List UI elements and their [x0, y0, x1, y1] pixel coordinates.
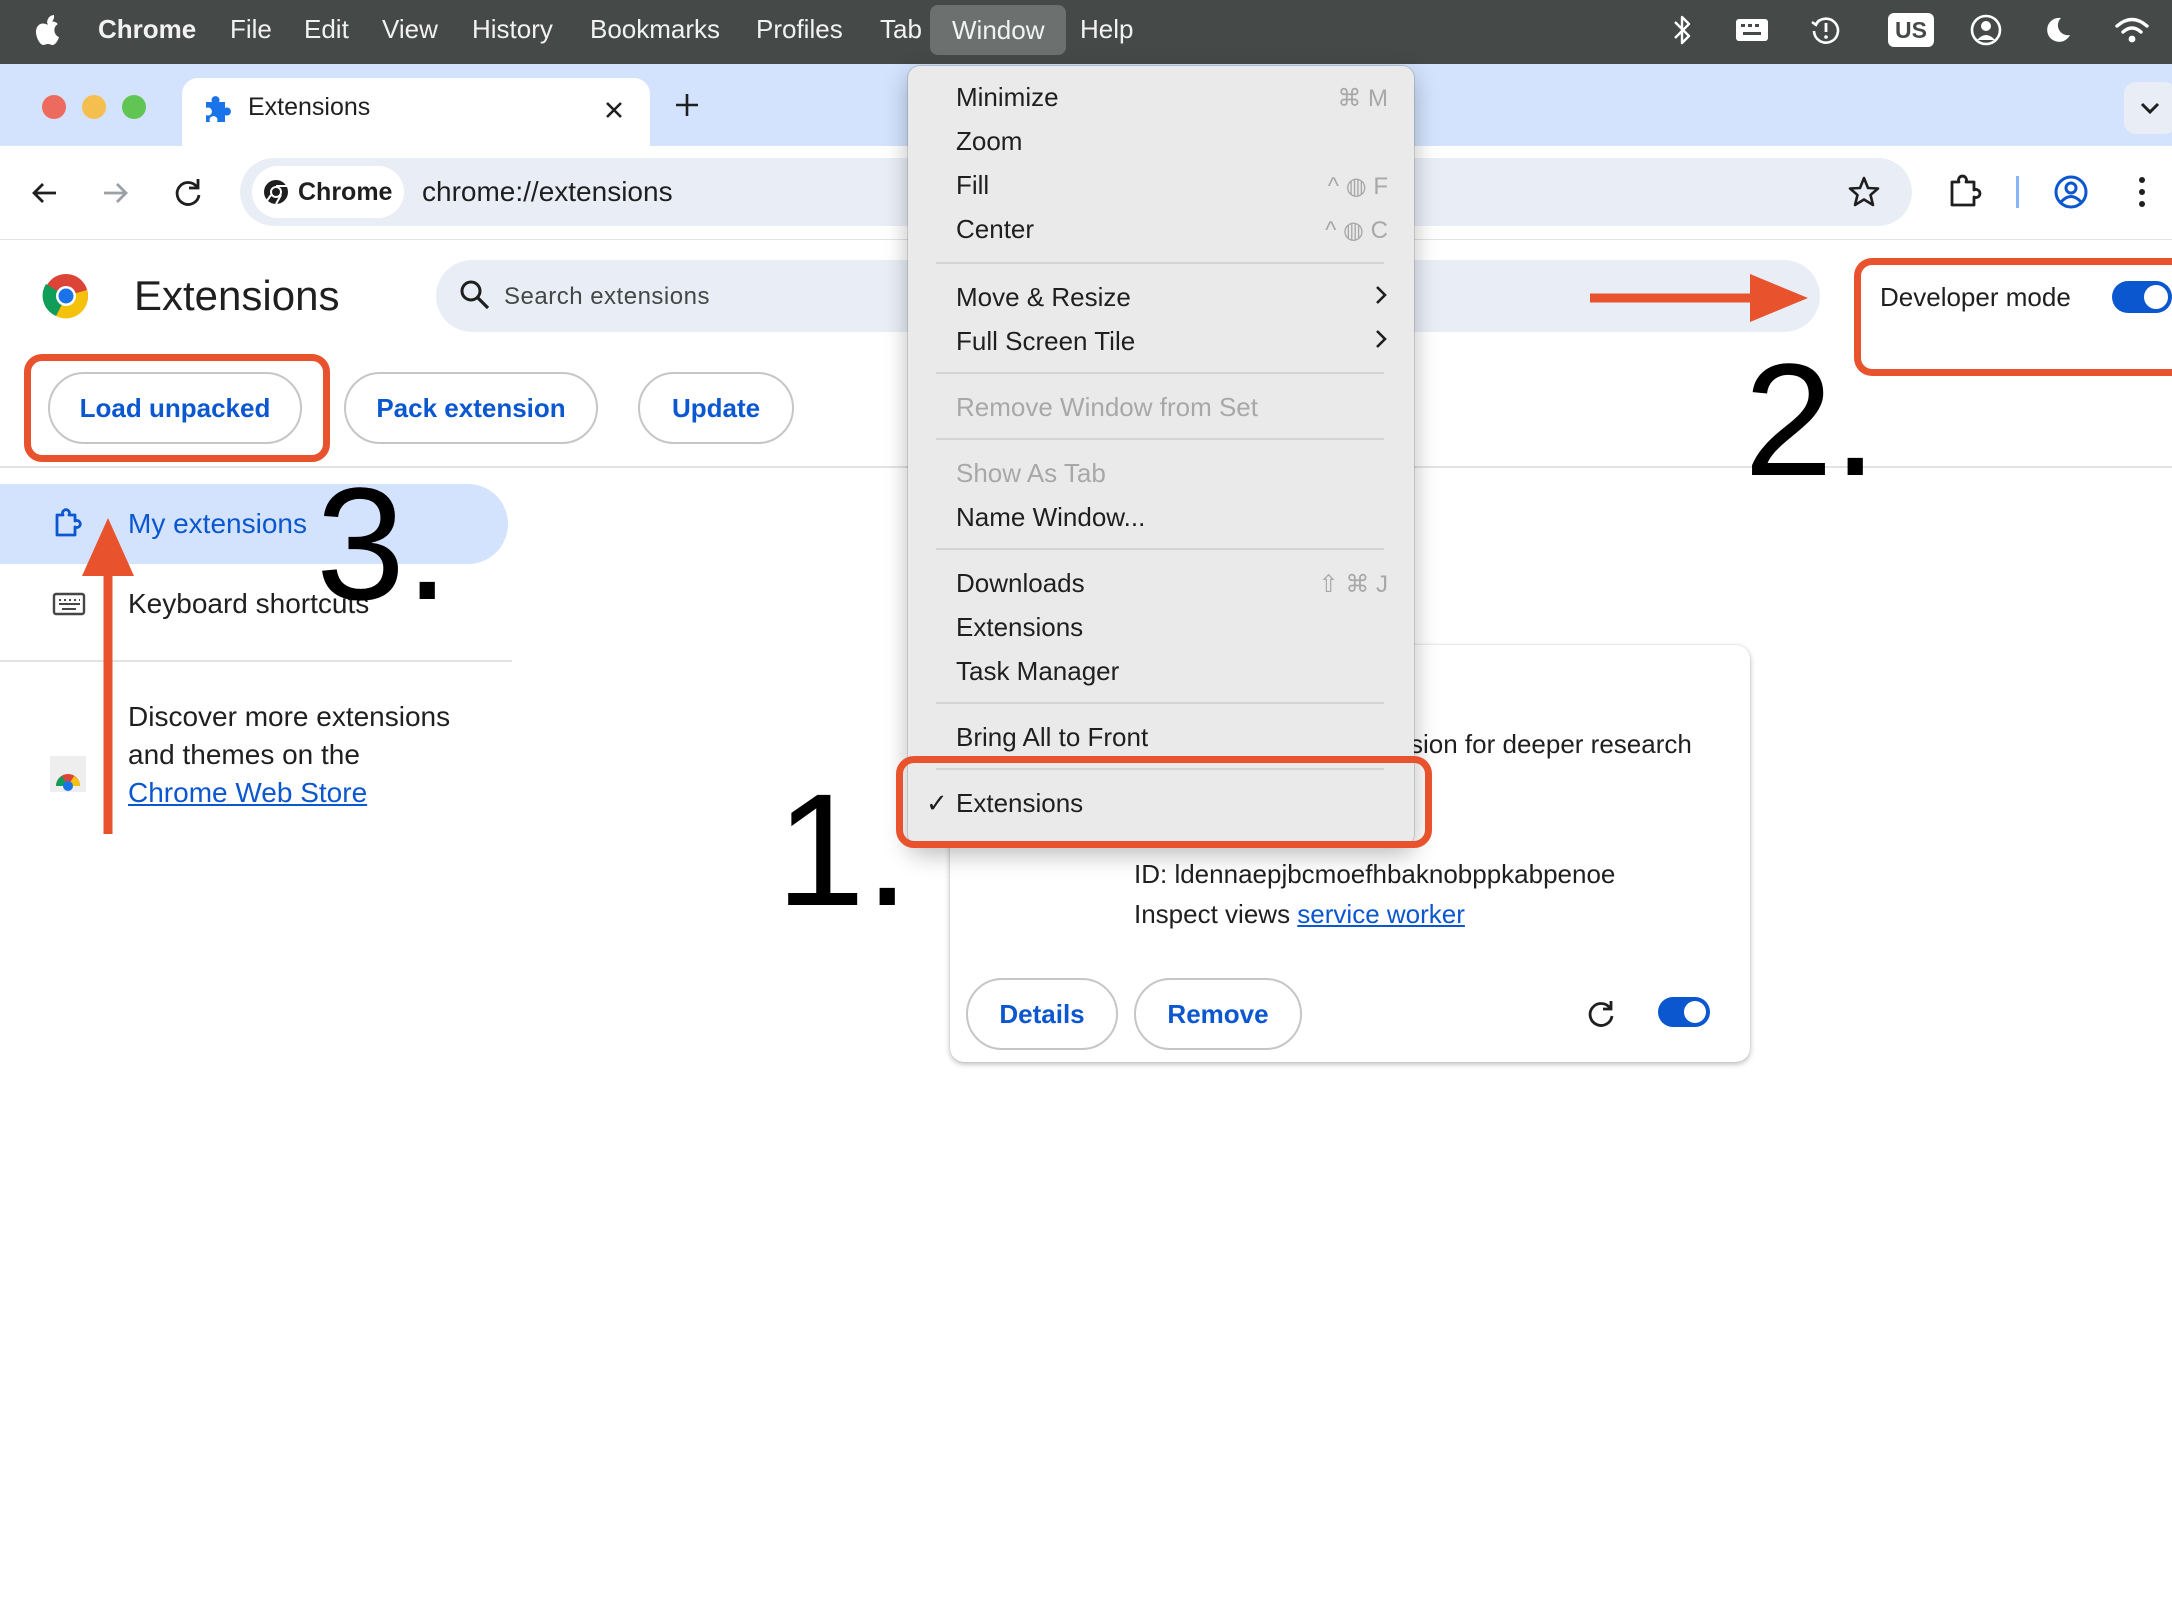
puzzle-piece-icon: [202, 94, 232, 126]
close-window-button[interactable]: [42, 95, 66, 119]
tab-search-button[interactable]: [2124, 82, 2172, 134]
annotation-box-load-unpacked: [24, 354, 330, 462]
wifi-icon[interactable]: [2112, 10, 2152, 50]
menu-file[interactable]: File: [230, 0, 272, 58]
menu-item-full-screen-tile[interactable]: Full Screen Tile: [956, 326, 1135, 357]
page-title: Extensions: [134, 272, 340, 319]
tab-extensions[interactable]: Extensions: [182, 78, 650, 146]
chevron-right-icon: [1374, 328, 1388, 350]
menu-bookmarks[interactable]: Bookmarks: [590, 0, 720, 58]
menu-window[interactable]: Window: [930, 5, 1067, 55]
chrome-logo-icon: [262, 178, 290, 206]
annotation-step-1: 1.: [776, 760, 910, 939]
service-worker-link[interactable]: service worker: [1297, 899, 1465, 929]
site-chip[interactable]: Chrome: [252, 166, 404, 218]
menu-profiles[interactable]: Profiles: [756, 0, 843, 58]
keyboard-viewer-icon[interactable]: [1732, 10, 1772, 50]
url-text[interactable]: chrome://extensions: [422, 176, 673, 208]
menu-separator: [936, 548, 1384, 550]
update-button[interactable]: Update: [638, 372, 794, 444]
annotation-step-2: 2.: [1744, 330, 1878, 509]
chevron-right-icon: [1374, 284, 1388, 306]
toolbar-divider: [2016, 176, 2019, 208]
menu-separator: [936, 372, 1384, 374]
extension-enable-toggle[interactable]: [1658, 997, 1710, 1027]
reload-icon[interactable]: [170, 175, 206, 211]
window-dropdown-menu: Minimize ⌘ M Zoom Fill ^ ◍ F Center ^ ◍ …: [908, 66, 1414, 846]
minimize-window-button[interactable]: [82, 95, 106, 119]
menu-item-show-as-tab: Show As Tab: [956, 458, 1106, 488]
menu-item-extensions[interactable]: Extensions: [956, 612, 1083, 643]
extension-id: ID: ldennaepjbcmoefhbaknobppkabpenoe: [1134, 859, 1616, 889]
minimize-shortcut: ⌘ M: [1337, 85, 1388, 112]
menu-separator: [936, 262, 1384, 264]
downloads-shortcut: ⇧ ⌘ J: [1318, 571, 1388, 598]
center-shortcut: ^ ◍ C: [1325, 217, 1388, 244]
annotation-arrow-right: [1580, 272, 1812, 324]
apple-logo-icon[interactable]: [34, 13, 62, 47]
bookmark-star-icon[interactable]: [1846, 174, 1882, 210]
sidebar-divider: [0, 660, 512, 662]
menu-history[interactable]: History: [472, 0, 553, 58]
menu-view[interactable]: View: [382, 0, 438, 58]
forward-arrow-icon[interactable]: [98, 176, 132, 210]
chrome-logo-icon: [42, 272, 90, 320]
menu-edit[interactable]: Edit: [304, 0, 349, 58]
extensions-puzzle-icon[interactable]: [1946, 172, 1984, 210]
site-chip-label: Chrome: [298, 178, 393, 206]
menu-help[interactable]: Help: [1080, 0, 1133, 58]
tab-title: Extensions: [248, 93, 371, 121]
extension-description: sion for deeper research: [1410, 729, 1692, 759]
user-account-icon[interactable]: [1966, 10, 2006, 50]
annotation-arrow-up: [80, 516, 136, 836]
annotation-step-3: 3.: [316, 454, 450, 633]
menu-item-fill[interactable]: Fill: [956, 170, 989, 201]
new-tab-icon[interactable]: [672, 90, 702, 120]
menu-item-center[interactable]: Center: [956, 214, 1034, 245]
remove-button[interactable]: Remove: [1134, 978, 1302, 1050]
macos-menu-bar: Chrome File Edit View History Bookmarks …: [0, 0, 2172, 64]
profile-avatar-icon[interactable]: [2052, 173, 2090, 211]
dark-mode-moon-icon[interactable]: [2038, 10, 2078, 50]
menu-item-downloads[interactable]: Downloads: [956, 568, 1085, 599]
sidebar-item-label: My extensions: [128, 508, 307, 539]
menu-item-name-window[interactable]: Name Window...: [956, 502, 1145, 533]
fill-shortcut: ^ ◍ F: [1327, 173, 1388, 200]
inspect-views-text: Inspect views service worker: [1134, 899, 1465, 930]
time-machine-icon[interactable]: [1806, 10, 1846, 50]
close-tab-icon[interactable]: [602, 98, 626, 122]
discover-prefix: Discover more extensions and themes on t…: [128, 701, 451, 770]
menu-item-bring-all-to-front[interactable]: Bring All to Front: [956, 722, 1148, 753]
pack-extension-button[interactable]: Pack extension: [344, 372, 598, 444]
details-button[interactable]: Details: [966, 978, 1118, 1050]
menu-item-minimize[interactable]: Minimize: [956, 82, 1059, 113]
annotation-box-extensions-menu-item: [896, 756, 1432, 848]
reload-extension-icon[interactable]: [1584, 997, 1618, 1031]
menu-item-zoom[interactable]: Zoom: [956, 126, 1022, 157]
discover-more-text: Discover more extensions and themes on t…: [128, 698, 458, 812]
annotation-box-developer-mode: [1854, 258, 2172, 376]
menu-tab[interactable]: Tab: [880, 0, 922, 58]
input-source-badge[interactable]: US: [1888, 13, 1934, 47]
search-icon: [458, 278, 492, 312]
menu-separator: [936, 438, 1384, 440]
inspect-views-label: Inspect views: [1134, 899, 1298, 929]
chrome-web-store-link[interactable]: Chrome Web Store: [128, 777, 367, 808]
menu-item-move-resize[interactable]: Move & Resize: [956, 282, 1131, 313]
menu-app-chrome[interactable]: Chrome: [98, 0, 196, 58]
bluetooth-icon[interactable]: [1662, 10, 1702, 50]
menu-separator: [936, 702, 1384, 704]
menu-item-task-manager[interactable]: Task Manager: [956, 656, 1119, 687]
menu-item-remove-window-from-set: Remove Window from Set: [956, 392, 1258, 422]
zoom-window-button[interactable]: [122, 95, 146, 119]
search-placeholder: Search extensions: [504, 283, 710, 310]
chrome-menu-kebab-icon[interactable]: [2132, 174, 2152, 210]
back-arrow-icon[interactable]: [28, 176, 62, 210]
